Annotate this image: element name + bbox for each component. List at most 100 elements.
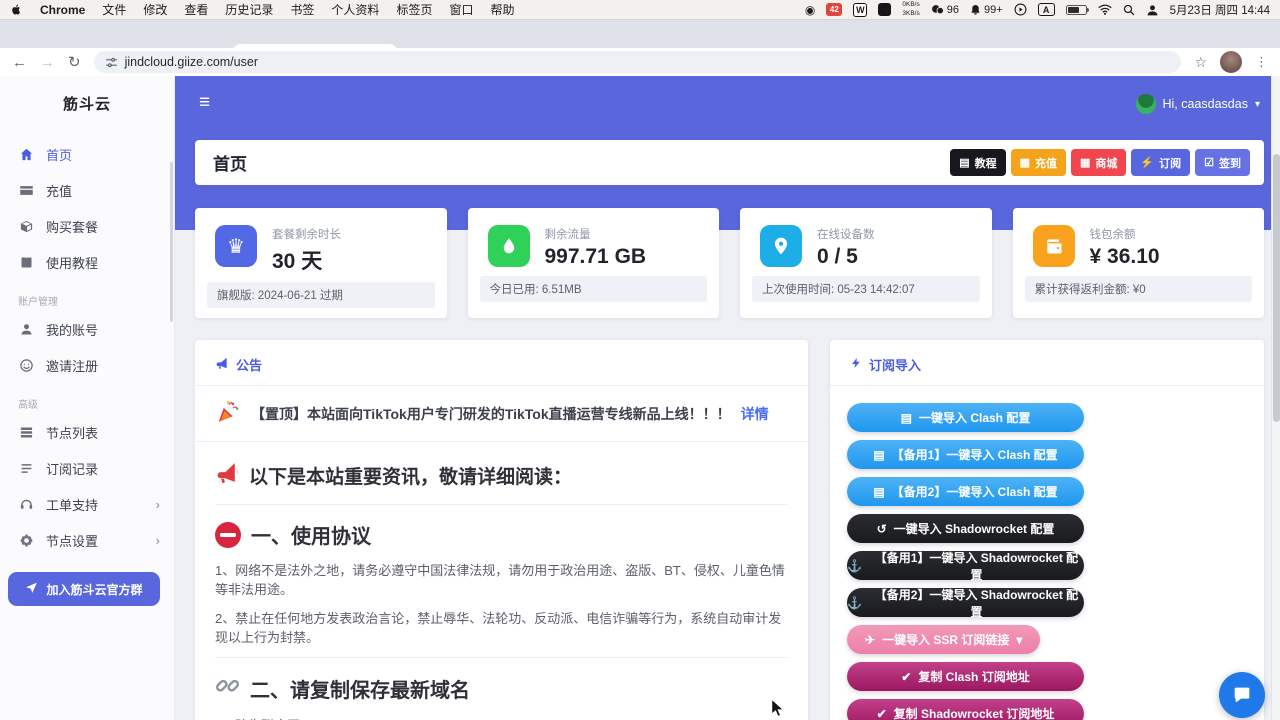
heading-text: 二、请复制保存最新域名	[250, 674, 470, 703]
sidebar-item-my-account[interactable]: 我的账号	[0, 311, 174, 347]
sidebar-item-label: 我的账号	[46, 320, 98, 339]
spotlight-search-icon[interactable]	[1123, 4, 1135, 16]
menubar-item-history[interactable]: 历史记录	[225, 1, 273, 18]
sidebar-item-label: 首页	[46, 145, 72, 164]
apple-icon[interactable]	[10, 3, 23, 16]
page-scrollbar-thumb[interactable]	[1273, 154, 1280, 422]
app-icon-dark[interactable]	[878, 3, 891, 16]
user-menu[interactable]: Hi, caasdasdas ▾	[1136, 94, 1261, 114]
stat-value: 30 天	[272, 245, 341, 275]
sidebar-item-label: 邀请注册	[46, 356, 98, 375]
sidebar-item-subscribe-records[interactable]: 订阅记录	[0, 450, 174, 486]
subscribe-header: 订阅导入	[830, 340, 1264, 386]
hamburger-menu-icon[interactable]: ≡	[199, 92, 210, 114]
sidebar-item-node-settings[interactable]: 节点设置 ›	[0, 522, 174, 558]
menubar-item-bookmarks[interactable]: 书签	[290, 1, 314, 18]
sidebar-item-tutorial[interactable]: 使用教程	[0, 244, 174, 280]
chrome-menu-icon[interactable]: ⋮	[1255, 54, 1268, 70]
live-chat-fab[interactable]	[1219, 672, 1265, 718]
shop-button[interactable]: ▦商城	[1071, 149, 1126, 176]
menubar-item-file[interactable]: 文件	[102, 1, 126, 18]
play-circle-icon[interactable]	[1014, 3, 1027, 16]
import-ssr-dropdown-button[interactable]: ✈一键导入 SSR 订阅链接▾	[847, 625, 1040, 654]
copy-clash-url-button[interactable]: ✔复制 Clash 订阅地址	[847, 662, 1084, 691]
recharge-button[interactable]: ▦充值	[1011, 149, 1066, 176]
page-toolbar: 首页 ▤教程 ▦充值 ▦商城 ⚡订阅 ☑签到	[195, 140, 1264, 185]
anchor-icon: ⚓	[847, 596, 862, 610]
lightning-icon	[850, 356, 862, 373]
menubar-item-window[interactable]: 窗口	[449, 1, 473, 18]
import-clash-backup1-button[interactable]: ▤【备用1】一键导入 Clash 配置	[847, 440, 1084, 469]
clash-icon: ▤	[873, 448, 884, 462]
menubar-item-view[interactable]: 查看	[184, 1, 208, 18]
screen-record-icon[interactable]: ◉	[805, 3, 815, 17]
import-clash-backup2-button[interactable]: ▤【备用2】一键导入 Clash 配置	[847, 477, 1084, 506]
checkin-button[interactable]: ☑ 签到	[1195, 149, 1250, 176]
caret-down-icon: ▾	[1255, 99, 1260, 110]
webpage: 筋斗云 首页 充值 购买套餐 使用教程 账户管理	[0, 76, 1280, 720]
stat-cards: ♛ 套餐剩余时长 30 天 旗舰版: 2024-06-21 过期 剩余流量 99…	[195, 208, 1264, 318]
button-label: 签到	[1219, 155, 1241, 171]
input-source-indicator[interactable]: A	[1038, 3, 1055, 16]
important-info-heading: 以下是本站重要资讯，敬请详细阅读：	[215, 460, 788, 491]
page-scrollbar[interactable]	[1271, 76, 1280, 720]
sidebar-scrollbar-thumb[interactable]	[170, 162, 173, 322]
import-shadowrocket-backup1-button[interactable]: ⚓【备用1】一键导入 Shadowrocket 配置	[847, 551, 1084, 580]
sidebar-item-recharge[interactable]: 充值	[0, 172, 174, 208]
user-icon	[18, 321, 34, 337]
menubar-item-help[interactable]: 帮助	[490, 1, 514, 18]
sidebar-item-node-list[interactable]: 节点列表	[0, 414, 174, 450]
sidebar-item-buy-plan[interactable]: 购买套餐	[0, 208, 174, 244]
sidebar-item-home[interactable]: 首页	[0, 136, 174, 172]
back-button[interactable]: ←	[12, 55, 27, 70]
details-link[interactable]: 详情	[741, 404, 769, 424]
menubar-clock[interactable]: 5月23日 周四 14:44	[1170, 2, 1270, 18]
sidebar-nav: 首页 充值 购买套餐 使用教程 账户管理 我的账号	[0, 136, 174, 558]
subscribe-button[interactable]: ⚡订阅	[1131, 149, 1190, 176]
import-shadowrocket-button[interactable]: ↺一键导入 Shadowrocket 配置	[847, 514, 1084, 543]
join-button-label: 加入筋斗云官方群	[46, 581, 142, 598]
wifi-icon[interactable]	[1098, 4, 1112, 15]
import-clash-button[interactable]: ▤一键导入 Clash 配置	[847, 403, 1084, 432]
menubar-item-tabs[interactable]: 标签页	[396, 1, 432, 18]
reload-button[interactable]: ↻	[68, 55, 81, 70]
app-badge-count[interactable]: 42	[826, 3, 842, 16]
chevron-right-icon: ›	[156, 533, 160, 548]
paper-plane-icon: ✈	[865, 633, 875, 647]
sidebar-item-invite[interactable]: 邀请注册	[0, 347, 174, 383]
network-speed-indicator[interactable]: 0KB/s3KB/s	[902, 2, 919, 18]
menubar-item-profiles[interactable]: 个人资料	[331, 1, 379, 18]
bookmark-star-icon[interactable]: ☆	[1194, 54, 1207, 71]
w-app-icon[interactable]: W	[853, 3, 867, 17]
shop-icon: ▦	[1080, 156, 1090, 169]
brand-logo: 筋斗云	[0, 76, 174, 114]
calendar-check-icon: ☑	[1204, 156, 1214, 169]
button-label: 复制 Shadowrocket 订阅地址	[894, 705, 1055, 720]
chat-count-indicator[interactable]: 96	[931, 4, 959, 16]
forward-button[interactable]: →	[40, 55, 55, 70]
browser-profile-avatar[interactable]	[1220, 51, 1242, 73]
sidebar: 筋斗云 首页 充值 购买套餐 使用教程 账户管理	[0, 76, 175, 720]
toolbar-buttons: ▤教程 ▦充值 ▦商城 ⚡订阅 ☑ 签到	[950, 149, 1250, 176]
fast-user-switch-icon[interactable]	[1146, 4, 1159, 16]
stat-card-wallet: 钱包余额 ¥ 36.10 累计获得返利金额: ¥0	[1013, 208, 1265, 318]
stat-label: 套餐剩余时长	[272, 226, 341, 242]
notification-count-indicator[interactable]: 99+	[970, 4, 1003, 16]
import-shadowrocket-backup2-button[interactable]: ⚓【备用2】一键导入 Shadowrocket 配置	[847, 588, 1084, 617]
main-area: ≡ Hi, caasdasdas ▾ 首页 ▤教程 ▦充值 ▦商城 ⚡订阅 ☑签…	[175, 76, 1280, 720]
wallet-icon	[1033, 225, 1075, 267]
sidebar-item-ticket-support[interactable]: 工单支持 ›	[0, 486, 174, 522]
announcement-panel: 公告 【置顶】本站面向TikTok用户专门研发的TikTok直播运营专线新品上线…	[195, 340, 808, 720]
button-label: 【备用1】一键导入 Shadowrocket 配置	[869, 549, 1084, 583]
menubar-item-edit[interactable]: 修改	[143, 1, 167, 18]
battery-icon[interactable]	[1066, 5, 1087, 15]
menubar-app-name[interactable]: Chrome	[40, 3, 85, 17]
sidebar-item-label: 节点列表	[46, 423, 98, 442]
crown-icon: ♛	[215, 225, 257, 267]
button-label: 复制 Clash 订阅地址	[918, 668, 1029, 685]
copy-shadowrocket-url-button[interactable]: ✔复制 Shadowrocket 订阅地址	[847, 699, 1084, 720]
address-bar[interactable]: jindcloud.giize.com/user	[94, 51, 1182, 73]
join-official-group-button[interactable]: 加入筋斗云官方群	[8, 572, 160, 606]
tutorial-button[interactable]: ▤教程	[950, 149, 1005, 176]
site-settings-icon[interactable]	[105, 56, 118, 69]
